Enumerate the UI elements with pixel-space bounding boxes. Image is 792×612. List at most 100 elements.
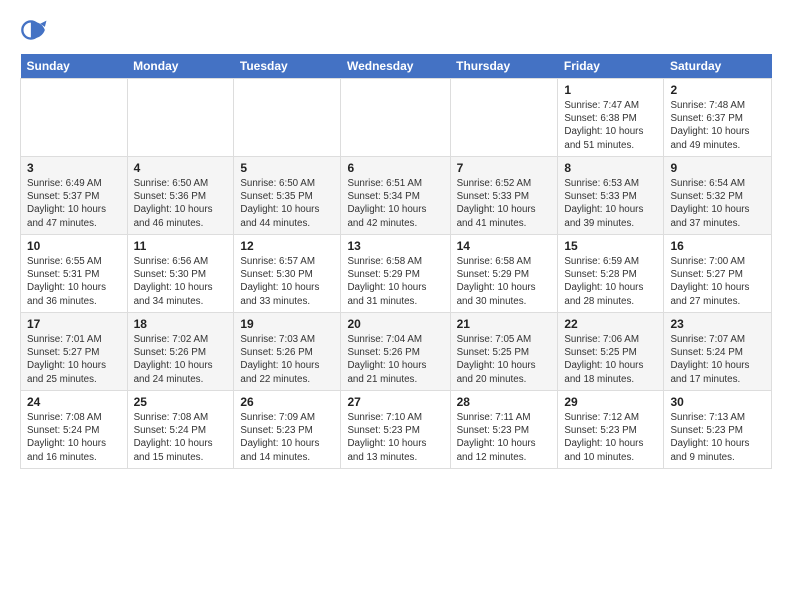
day-info: Sunrise: 6:57 AM Sunset: 5:30 PM Dayligh… <box>240 255 334 308</box>
day-number: 4 <box>134 161 228 175</box>
week-row-1: 1 Sunrise: 7:47 AM Sunset: 6:38 PM Daylig… <box>21 79 772 157</box>
day-number: 10 <box>27 239 121 253</box>
day-info: Sunrise: 6:52 AM Sunset: 5:33 PM Dayligh… <box>457 177 552 230</box>
day-number: 13 <box>347 239 443 253</box>
day-number: 28 <box>457 395 552 409</box>
day-number: 22 <box>564 317 657 331</box>
day-number: 18 <box>134 317 228 331</box>
calendar-cell: 12 Sunrise: 6:57 AM Sunset: 5:30 PM Dayli… <box>234 235 341 313</box>
calendar-cell <box>341 79 450 157</box>
weekday-monday: Monday <box>127 54 234 79</box>
day-info: Sunrise: 7:09 AM Sunset: 5:23 PM Dayligh… <box>240 411 334 464</box>
day-info: Sunrise: 6:59 AM Sunset: 5:28 PM Dayligh… <box>564 255 657 308</box>
day-number: 21 <box>457 317 552 331</box>
day-info: Sunrise: 6:51 AM Sunset: 5:34 PM Dayligh… <box>347 177 443 230</box>
day-info: Sunrise: 7:05 AM Sunset: 5:25 PM Dayligh… <box>457 333 552 386</box>
day-info: Sunrise: 7:07 AM Sunset: 5:24 PM Dayligh… <box>670 333 765 386</box>
day-info: Sunrise: 7:06 AM Sunset: 5:25 PM Dayligh… <box>564 333 657 386</box>
day-number: 20 <box>347 317 443 331</box>
week-row-3: 10 Sunrise: 6:55 AM Sunset: 5:31 PM Dayli… <box>21 235 772 313</box>
day-number: 25 <box>134 395 228 409</box>
day-info: Sunrise: 7:08 AM Sunset: 5:24 PM Dayligh… <box>27 411 121 464</box>
calendar-cell: 20 Sunrise: 7:04 AM Sunset: 5:26 PM Dayli… <box>341 313 450 391</box>
day-info: Sunrise: 7:11 AM Sunset: 5:23 PM Dayligh… <box>457 411 552 464</box>
calendar-cell: 2Sunrise: 7:48 AM Sunset: 6:37 PM Daylig… <box>664 79 772 157</box>
day-info: Sunrise: 7:02 AM Sunset: 5:26 PM Dayligh… <box>134 333 228 386</box>
calendar-cell: 5 Sunrise: 6:50 AM Sunset: 5:35 PM Daylig… <box>234 157 341 235</box>
calendar-cell: 17 Sunrise: 7:01 AM Sunset: 5:27 PM Dayli… <box>21 313 128 391</box>
day-info: Sunrise: 6:50 AM Sunset: 5:36 PM Dayligh… <box>134 177 228 230</box>
weekday-thursday: Thursday <box>450 54 558 79</box>
calendar-cell: 4 Sunrise: 6:50 AM Sunset: 5:36 PM Daylig… <box>127 157 234 235</box>
day-number: 12 <box>240 239 334 253</box>
day-info: Sunrise: 7:03 AM Sunset: 5:26 PM Dayligh… <box>240 333 334 386</box>
calendar-cell: 6 Sunrise: 6:51 AM Sunset: 5:34 PM Daylig… <box>341 157 450 235</box>
calendar-cell: 1 Sunrise: 7:47 AM Sunset: 6:38 PM Daylig… <box>558 79 664 157</box>
day-info: Sunrise: 6:58 AM Sunset: 5:29 PM Dayligh… <box>347 255 443 308</box>
day-info: Sunrise: 6:56 AM Sunset: 5:30 PM Dayligh… <box>134 255 228 308</box>
weekday-tuesday: Tuesday <box>234 54 341 79</box>
day-number: 2 <box>670 83 765 97</box>
day-number: 23 <box>670 317 765 331</box>
calendar-cell: 24 Sunrise: 7:08 AM Sunset: 5:24 PM Dayli… <box>21 391 128 469</box>
calendar-cell: 19 Sunrise: 7:03 AM Sunset: 5:26 PM Dayli… <box>234 313 341 391</box>
calendar-cell: 27 Sunrise: 7:10 AM Sunset: 5:23 PM Dayli… <box>341 391 450 469</box>
page: SundayMondayTuesdayWednesdayThursdayFrid… <box>0 0 792 485</box>
day-number: 5 <box>240 161 334 175</box>
day-info: Sunrise: 6:54 AM Sunset: 5:32 PM Dayligh… <box>670 177 765 230</box>
calendar-cell: 26 Sunrise: 7:09 AM Sunset: 5:23 PM Dayli… <box>234 391 341 469</box>
day-info: Sunrise: 7:01 AM Sunset: 5:27 PM Dayligh… <box>27 333 121 386</box>
day-number: 30 <box>670 395 765 409</box>
calendar-cell: 22 Sunrise: 7:06 AM Sunset: 5:25 PM Dayli… <box>558 313 664 391</box>
day-number: 19 <box>240 317 334 331</box>
calendar-cell: 29 Sunrise: 7:12 AM Sunset: 5:23 PM Dayli… <box>558 391 664 469</box>
calendar-cell: 13 Sunrise: 6:58 AM Sunset: 5:29 PM Dayli… <box>341 235 450 313</box>
day-info: Sunrise: 7:10 AM Sunset: 5:23 PM Dayligh… <box>347 411 443 464</box>
day-number: 26 <box>240 395 334 409</box>
day-info: Sunrise: 6:58 AM Sunset: 5:29 PM Dayligh… <box>457 255 552 308</box>
calendar-cell <box>234 79 341 157</box>
calendar-table: SundayMondayTuesdayWednesdayThursdayFrid… <box>20 54 772 469</box>
day-number: 27 <box>347 395 443 409</box>
calendar-cell: 9Sunrise: 6:54 AM Sunset: 5:32 PM Daylig… <box>664 157 772 235</box>
day-number: 1 <box>564 83 657 97</box>
calendar-cell: 3Sunrise: 6:49 AM Sunset: 5:37 PM Daylig… <box>21 157 128 235</box>
day-number: 17 <box>27 317 121 331</box>
day-number: 6 <box>347 161 443 175</box>
weekday-friday: Friday <box>558 54 664 79</box>
calendar-cell <box>127 79 234 157</box>
calendar-cell: 14Sunrise: 6:58 AM Sunset: 5:29 PM Dayli… <box>450 235 558 313</box>
day-number: 7 <box>457 161 552 175</box>
calendar-cell: 10 Sunrise: 6:55 AM Sunset: 5:31 PM Dayli… <box>21 235 128 313</box>
day-number: 3 <box>27 161 121 175</box>
calendar-cell: 30Sunrise: 7:13 AM Sunset: 5:23 PM Dayli… <box>664 391 772 469</box>
calendar-cell: 16 Sunrise: 7:00 AM Sunset: 5:27 PM Dayli… <box>664 235 772 313</box>
day-info: Sunrise: 6:55 AM Sunset: 5:31 PM Dayligh… <box>27 255 121 308</box>
weekday-wednesday: Wednesday <box>341 54 450 79</box>
day-info: Sunrise: 7:00 AM Sunset: 5:27 PM Dayligh… <box>670 255 765 308</box>
week-row-2: 3Sunrise: 6:49 AM Sunset: 5:37 PM Daylig… <box>21 157 772 235</box>
calendar-cell <box>450 79 558 157</box>
calendar-cell: 7 Sunrise: 6:52 AM Sunset: 5:33 PM Daylig… <box>450 157 558 235</box>
day-number: 29 <box>564 395 657 409</box>
day-info: Sunrise: 6:50 AM Sunset: 5:35 PM Dayligh… <box>240 177 334 230</box>
logo <box>20 16 52 44</box>
day-number: 24 <box>27 395 121 409</box>
day-info: Sunrise: 6:53 AM Sunset: 5:33 PM Dayligh… <box>564 177 657 230</box>
week-row-4: 17 Sunrise: 7:01 AM Sunset: 5:27 PM Dayli… <box>21 313 772 391</box>
day-number: 8 <box>564 161 657 175</box>
day-number: 11 <box>134 239 228 253</box>
day-info: Sunrise: 7:47 AM Sunset: 6:38 PM Dayligh… <box>564 99 657 152</box>
calendar-cell: 21 Sunrise: 7:05 AM Sunset: 5:25 PM Dayli… <box>450 313 558 391</box>
weekday-header-row: SundayMondayTuesdayWednesdayThursdayFrid… <box>21 54 772 79</box>
day-info: Sunrise: 7:04 AM Sunset: 5:26 PM Dayligh… <box>347 333 443 386</box>
calendar-cell: 23 Sunrise: 7:07 AM Sunset: 5:24 PM Dayli… <box>664 313 772 391</box>
logo-icon <box>20 16 48 44</box>
calendar-cell: 25 Sunrise: 7:08 AM Sunset: 5:24 PM Dayli… <box>127 391 234 469</box>
day-info: Sunrise: 7:12 AM Sunset: 5:23 PM Dayligh… <box>564 411 657 464</box>
calendar-cell: 15Sunrise: 6:59 AM Sunset: 5:28 PM Dayli… <box>558 235 664 313</box>
weekday-saturday: Saturday <box>664 54 772 79</box>
day-info: Sunrise: 7:08 AM Sunset: 5:24 PM Dayligh… <box>134 411 228 464</box>
day-number: 16 <box>670 239 765 253</box>
weekday-sunday: Sunday <box>21 54 128 79</box>
